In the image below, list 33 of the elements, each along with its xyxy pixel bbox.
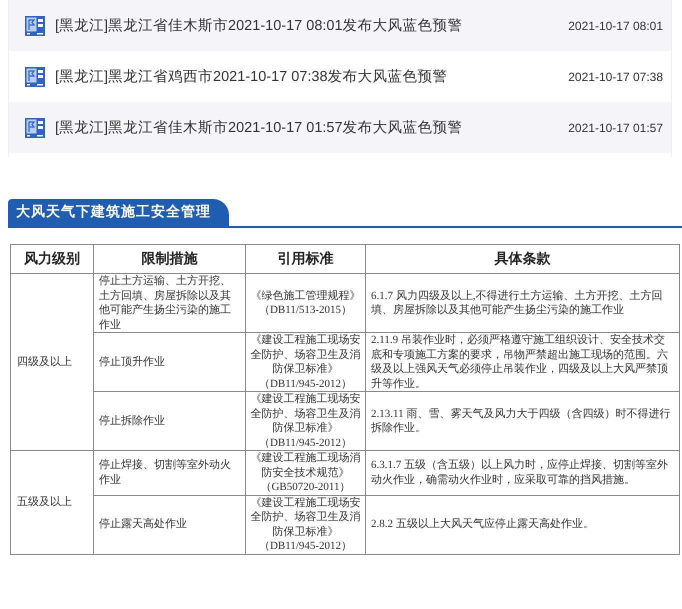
table-cell: 停止露天高处作业 (94, 495, 246, 554)
table-cell: 《建设工程施工现场消防安全技术规范》（GB50720-2011） (246, 450, 366, 495)
table-cell: 《建设工程施工现场安全防护、场容卫生及消防保卫标准》（DB11/945-2012） (246, 495, 366, 554)
table-cell: 2.11.9 吊装作业时，必须严格遵守施工组织设计、安全技术交底和专项施工方案的要求，吊物严禁超出施工现场的范围。六级及以上强风天气必须停止吊装作业，四级及以上大风严禁顶升等作业。 (366, 332, 680, 392)
table-cell: 停止土方运输、土方开挖、土方回填、房屋拆除以及其他可能产生扬尘污染的施工作业 (94, 274, 246, 332)
column-header: 具体条款 (366, 244, 680, 274)
wind-warning-flag-icon (25, 66, 45, 86)
warning-time: 2021-10-17 01:57 (568, 120, 663, 134)
warning-row[interactable]: [黑龙江]黑龙江省佳木斯市2021-10-17 01:57发布大风蓝色预警 2021-10-17 01:57 (9, 102, 671, 153)
warning-time: 2021-10-17 07:38 (568, 70, 663, 84)
table-cell: 《建设工程施工现场安全防护、场容卫生及消防保卫标准》（DB11/945-2012） (246, 392, 366, 450)
table-cell: 停止顶升作业 (94, 332, 246, 392)
warning-row[interactable]: [黑龙江]黑龙江省佳木斯市2021-10-17 08:01发布大风蓝色预警 2021-10-17 08:01 (9, 0, 671, 51)
table-cell: 2.8.2 五级以上大风天气应停止露天高处作业。 (366, 495, 680, 554)
column-header: 限制措施 (94, 244, 246, 274)
table-cell: 《建设工程施工现场安全防护、场容卫生及消防保卫标准》（DB11/945-2012） (246, 332, 366, 392)
table-cell: 6.1.7 风力四级及以上,不得进行土方运输、土方开挖、土方回填、房屋拆除以及其他可能产生扬尘污染的施工作业 (366, 274, 680, 332)
table-cell: 6.3.1.7 五级（含五级）以上风力时，应停止焊接、切割等室外动火作业，确需动火作业时，应采取可靠的挡风措施。 (366, 450, 680, 495)
column-header: 风力级别 (10, 244, 94, 274)
table-cell: 停止拆除作业 (94, 392, 246, 450)
wind-warning-flag-icon (25, 16, 45, 36)
table-cell: 五级及以上 (10, 450, 94, 554)
wind-warning-flag-icon (25, 118, 45, 138)
table-cell: 2.13.11 雨、雪、雾天气及风力大于四级（含四级）时不得进行拆除作业。 (366, 392, 680, 450)
table-cell: 停止焊接、切割等室外动火作业 (94, 450, 246, 495)
table-cell: 四级及以上 (10, 274, 94, 450)
warning-title[interactable]: [黑龙江]黑龙江省佳木斯市2021-10-17 08:01发布大风蓝色预警 (55, 16, 568, 35)
column-header: 引用标准 (246, 244, 366, 274)
table-cell: 《绿色施工管理规程》（DB11/513-2015） (246, 274, 366, 332)
warning-title[interactable]: [黑龙江]黑龙江省佳木斯市2021-10-17 01:57发布大风蓝色预警 (55, 118, 568, 137)
section-title: 大风天气下建筑施工安全管理 (8, 199, 229, 226)
warning-title[interactable]: [黑龙江]黑龙江省鸡西市2021-10-17 07:38发布大风蓝色预警 (55, 67, 568, 86)
warning-time: 2021-10-17 08:01 (568, 18, 663, 32)
